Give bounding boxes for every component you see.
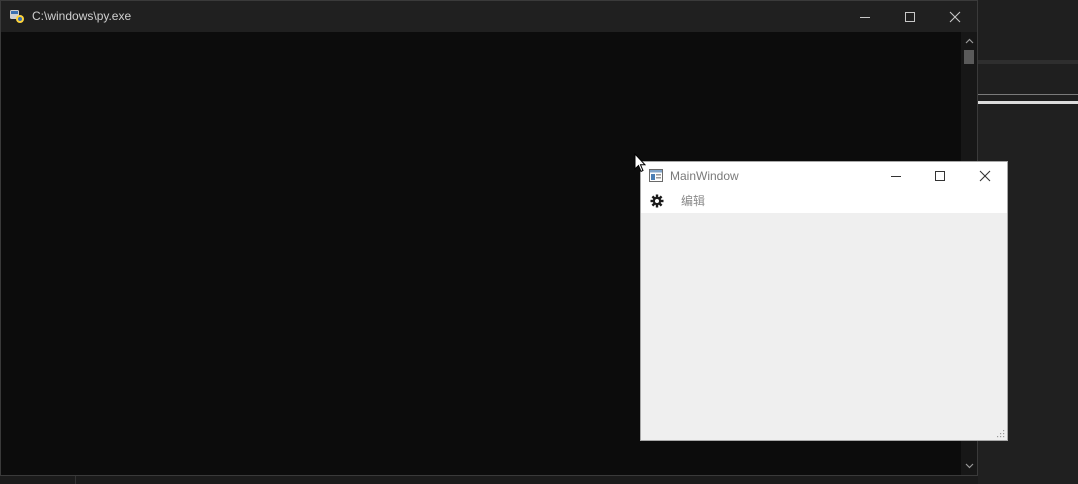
scrollbar-thumb[interactable] — [964, 50, 974, 64]
menu-item-edit[interactable]: 编辑 — [681, 194, 705, 208]
main-window-minimize-button[interactable] — [873, 162, 919, 190]
scroll-down-button[interactable] — [961, 459, 977, 473]
main-window-content — [641, 213, 1007, 440]
resize-grip-icon[interactable] — [995, 428, 1005, 438]
maximize-icon — [935, 171, 945, 181]
minimize-icon — [860, 16, 870, 18]
console-maximize-button[interactable] — [887, 1, 933, 32]
close-icon — [949, 11, 961, 22]
console-minimize-button[interactable] — [842, 1, 888, 32]
console-title: C:\windows\py.exe — [32, 9, 132, 23]
gear-icon[interactable] — [650, 194, 664, 208]
minimize-icon — [891, 176, 901, 177]
main-window-titlebar[interactable]: MainWindow — [641, 162, 1007, 190]
main-window-close-button[interactable] — [962, 162, 1008, 190]
chevron-up-icon — [965, 38, 973, 44]
close-icon — [979, 170, 991, 182]
window-app-icon — [649, 169, 663, 182]
main-window-maximize-button[interactable] — [917, 162, 963, 190]
mouse-cursor-icon — [634, 153, 646, 173]
maximize-icon — [905, 11, 915, 22]
main-window-menubar: 编辑 — [641, 190, 1007, 213]
main-window[interactable]: MainWindow 编辑 — [640, 161, 1008, 441]
background-status-strip — [0, 476, 978, 484]
console-titlebar[interactable]: C:\windows\py.exe — [1, 1, 977, 32]
scroll-up-button[interactable] — [961, 34, 977, 48]
main-window-title: MainWindow — [670, 169, 739, 183]
console-close-button[interactable] — [932, 1, 978, 32]
chevron-down-icon — [965, 463, 973, 469]
python-launcher-icon — [9, 8, 25, 24]
